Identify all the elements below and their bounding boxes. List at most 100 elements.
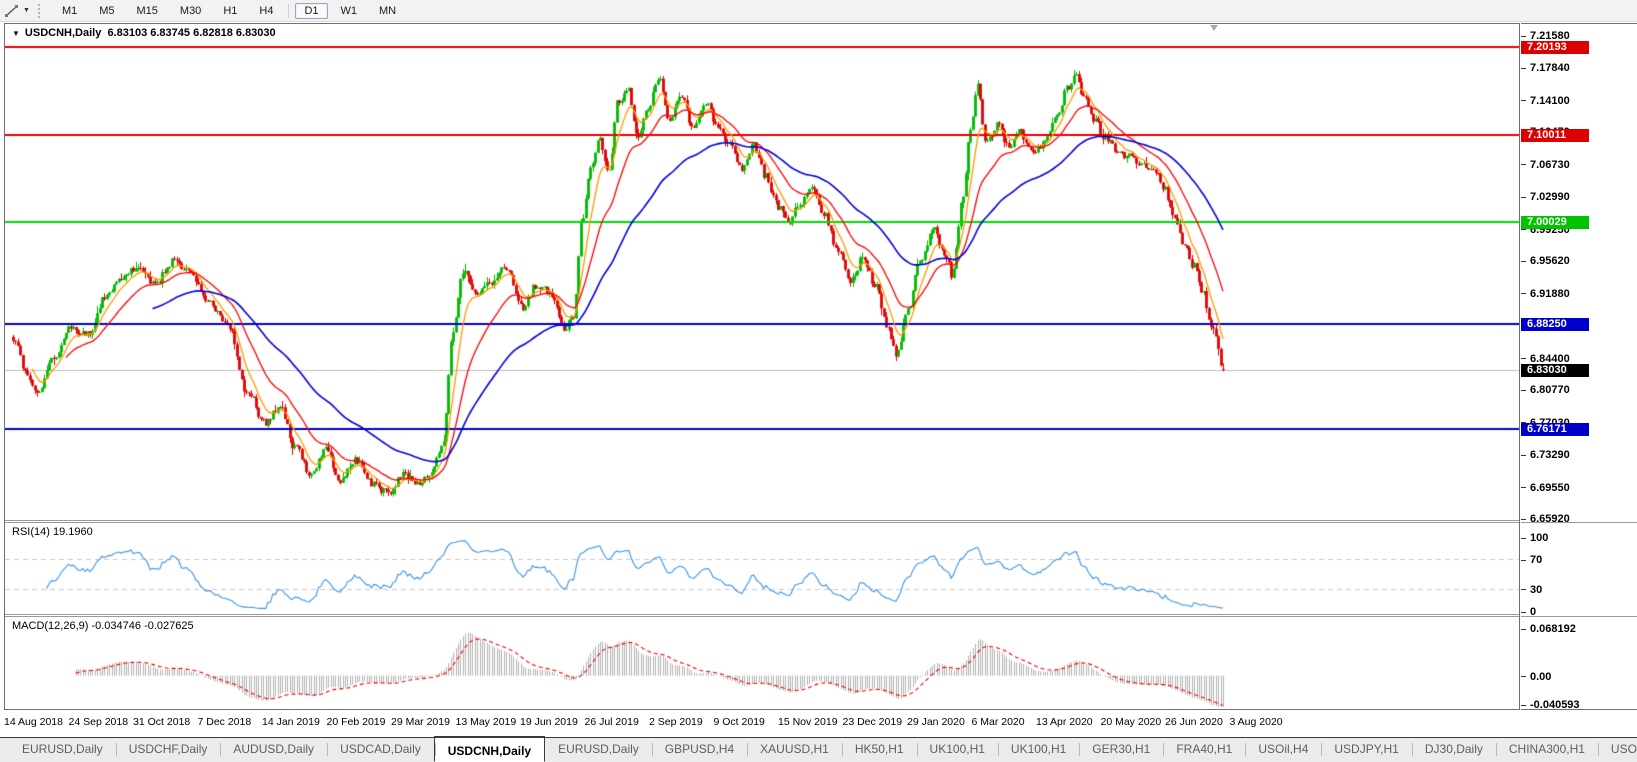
chart-symbol-label: USDCNH,Daily <box>25 27 101 39</box>
rsi-canvas[interactable] <box>5 523 1519 614</box>
price-tick-label: 7.06730 <box>1521 159 1570 171</box>
tick-dash <box>1521 358 1526 359</box>
tick-dash <box>1521 538 1526 539</box>
level-price-badge: 6.88250 <box>1521 318 1589 331</box>
tick-dash <box>1521 68 1526 69</box>
date-label: 29 Mar 2019 <box>391 716 450 728</box>
tick-dash <box>1521 100 1526 101</box>
tab-audusd-daily[interactable]: AUDUSD,Daily <box>220 738 327 762</box>
chart-ohlc-values: 6.83103 6.83745 6.82818 6.83030 <box>101 27 275 39</box>
price-chart-panel[interactable]: ▼ USDCNH,Daily 6.83103 6.83745 6.82818 6… <box>5 24 1519 520</box>
tab-usdjpy-h1[interactable]: USDJPY,H1 <box>1321 738 1411 762</box>
level-price-badge: 7.20193 <box>1521 41 1589 54</box>
price-tick-label: 6.95620 <box>1521 255 1570 267</box>
tick-text: 6.69550 <box>1530 482 1570 494</box>
axis-separator <box>1521 616 1637 617</box>
tick-text: 7.14100 <box>1530 95 1570 107</box>
tab-hk50-h1[interactable]: HK50,H1 <box>842 738 917 762</box>
timeframe-buttons: M1M5 M15M30H1H4 D1 W1MN <box>51 0 407 21</box>
rsi-label: RSI(14) 19.1960 <box>12 526 93 538</box>
date-label: 13 Apr 2020 <box>1036 716 1093 728</box>
chart-window: ▼ USDCNH,Daily 6.83103 6.83745 6.82818 6… <box>4 23 1520 710</box>
timeframe-button-d1[interactable]: D1 <box>295 3 327 19</box>
tick-text: 30 <box>1530 584 1542 596</box>
tick-dash <box>1521 36 1526 37</box>
date-label: 14 Aug 2018 <box>4 716 63 728</box>
tab-usoil-h1[interactable]: USOil,H1 <box>1598 738 1637 762</box>
date-label: 31 Oct 2018 <box>133 716 190 728</box>
date-label: 15 Nov 2019 <box>778 716 838 728</box>
price-axis[interactable]: 7.215807.178407.141007.104707.067307.029… <box>1521 23 1637 710</box>
timeframe-button-m30[interactable]: M30 <box>171 3 210 19</box>
date-label: 13 May 2019 <box>456 716 517 728</box>
level-price-badge: 7.10011 <box>1521 129 1589 142</box>
chart-shift-marker[interactable] <box>1210 25 1218 31</box>
tick-text: 6.95620 <box>1530 255 1570 267</box>
date-label: 7 Dec 2018 <box>198 716 252 728</box>
timeframe-button-h1[interactable]: H1 <box>214 3 246 19</box>
price-tick-label: 100 <box>1521 532 1548 544</box>
tab-uk100-h1[interactable]: UK100,H1 <box>998 738 1079 762</box>
cursor-tool-group[interactable]: ▼ <box>0 0 34 21</box>
price-tick-label: 70 <box>1521 554 1542 566</box>
tick-dash <box>1521 519 1526 520</box>
tick-text: 0.068192 <box>1530 623 1576 635</box>
date-label: 3 Aug 2020 <box>1230 716 1283 728</box>
price-tick-label: 7.14100 <box>1521 95 1570 107</box>
toolbar-divider <box>288 4 289 18</box>
date-label: 29 Jan 2020 <box>907 716 965 728</box>
chart-collapse-caret-icon[interactable]: ▼ <box>12 29 20 38</box>
tab-uk100-h1[interactable]: UK100,H1 <box>917 738 998 762</box>
timeframe-button-m1[interactable]: M1 <box>53 3 86 19</box>
macd-panel[interactable]: MACD(12,26,9) -0.034746 -0.027625 <box>5 617 1519 709</box>
price-tick-label: 6.73290 <box>1521 449 1570 461</box>
chart-tab-bar: EURUSD,DailyUSDCHF,DailyAUDUSD,DailyUSDC… <box>0 737 1637 762</box>
line-tool-icon[interactable] <box>4 4 20 18</box>
date-label: 24 Sep 2018 <box>69 716 129 728</box>
rsi-panel[interactable]: RSI(14) 19.1960 <box>5 523 1519 614</box>
tick-text: 70 <box>1530 554 1542 566</box>
date-label: 26 Jun 2020 <box>1165 716 1223 728</box>
tab-ger30-h1[interactable]: GER30,H1 <box>1079 738 1163 762</box>
date-label: 23 Dec 2019 <box>843 716 903 728</box>
tick-dash <box>1521 487 1526 488</box>
macd-label: MACD(12,26,9) -0.034746 -0.027625 <box>12 620 194 632</box>
price-tick-label: 0.068192 <box>1521 623 1576 635</box>
tick-text: 0.00 <box>1530 671 1551 683</box>
price-tick-label: 7.02990 <box>1521 191 1570 203</box>
tab-usdchf-daily[interactable]: USDCHF,Daily <box>116 738 221 762</box>
tab-xauusd-h1[interactable]: XAUUSD,H1 <box>747 738 842 762</box>
price-tick-label: 30 <box>1521 584 1542 596</box>
tab-usdcad-daily[interactable]: USDCAD,Daily <box>327 738 434 762</box>
price-chart-canvas[interactable] <box>5 24 1519 520</box>
price-tick-label: 6.91880 <box>1521 288 1570 300</box>
timeframe-button-h4[interactable]: H4 <box>250 3 282 19</box>
timeframe-button-w1[interactable]: W1 <box>332 3 367 19</box>
tab-gbpusd-h4[interactable]: GBPUSD,H4 <box>652 738 747 762</box>
tick-text: 7.02990 <box>1530 191 1570 203</box>
date-label: 14 Jan 2019 <box>262 716 320 728</box>
tab-dj30-daily[interactable]: DJ30,Daily <box>1412 738 1496 762</box>
price-tick-label: 6.80770 <box>1521 384 1570 396</box>
tick-dash <box>1521 629 1526 630</box>
tick-dash <box>1521 390 1526 391</box>
timeframe-button-mn[interactable]: MN <box>370 3 405 19</box>
timeframe-button-m15[interactable]: M15 <box>128 3 167 19</box>
tab-usoil-h4[interactable]: USOil,H4 <box>1245 738 1321 762</box>
timeframe-button-m5[interactable]: M5 <box>90 3 123 19</box>
tool-dropdown-caret-icon[interactable]: ▼ <box>23 7 30 14</box>
level-price-badge: 6.76171 <box>1521 423 1589 436</box>
macd-canvas[interactable] <box>5 617 1519 709</box>
time-axis[interactable]: 14 Aug 2018 24 Sep 2018 31 Oct 2018 7 Dec 2… <box>0 712 1637 736</box>
price-tick-label: 7.17840 <box>1521 62 1570 74</box>
tab-fra40-h1[interactable]: FRA40,H1 <box>1163 738 1245 762</box>
tab-china300-h1[interactable]: CHINA300,H1 <box>1496 738 1598 762</box>
date-label: 6 Mar 2020 <box>972 716 1025 728</box>
tab-usdcnh-daily[interactable]: USDCNH,Daily <box>434 736 545 762</box>
tick-text: 6.91880 <box>1530 288 1570 300</box>
tab-eurusd-daily[interactable]: EURUSD,Daily <box>9 738 116 762</box>
tab-eurusd-daily[interactable]: EURUSD,Daily <box>545 738 652 762</box>
toolbar-grip-handle[interactable] <box>38 4 45 18</box>
tick-dash <box>1521 589 1526 590</box>
tick-dash <box>1521 293 1526 294</box>
